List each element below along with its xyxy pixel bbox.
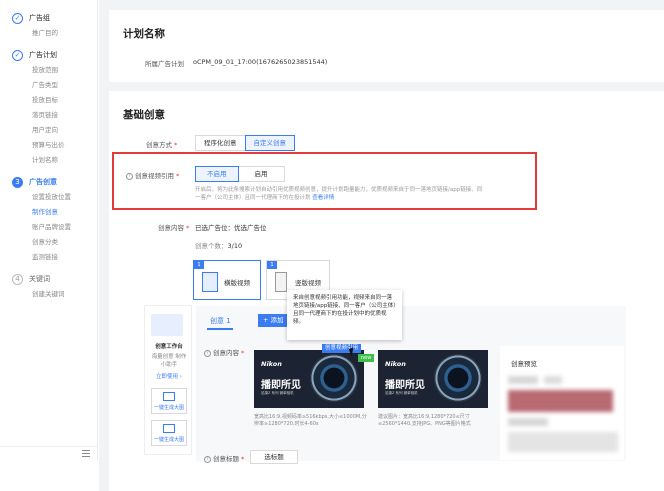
tab-horizontal-video[interactable]: 1 横版视频 xyxy=(193,260,261,300)
video-subtext: 尼康Z 系列 微单相机 xyxy=(261,391,294,395)
check-icon: ✓ xyxy=(12,12,23,24)
sidebar-sub-item[interactable]: 监测链接 xyxy=(0,250,97,265)
method-programmatic-option[interactable]: 程序化创意 xyxy=(195,135,246,151)
method-custom-option[interactable]: 自定义创意 xyxy=(244,135,295,151)
sidebar-sub-item[interactable]: 落页链接 xyxy=(0,108,97,123)
workbench-illustration xyxy=(151,314,183,336)
generate-image-button-2[interactable]: 一键生成大图 xyxy=(151,420,187,446)
image-spec-caption: 建议图片：宽高比16:9,1280*720≤尺寸≤2560*1440,支持JPG… xyxy=(378,414,471,427)
sidebar-step[interactable]: 3 广告创意 xyxy=(0,174,97,190)
tab-index-badge: 1 xyxy=(267,261,277,269)
step-number-icon: 4 xyxy=(12,273,23,285)
ref-toggle: 不启用 启用 xyxy=(195,166,285,182)
question-icon[interactable]: ? xyxy=(126,172,133,180)
video-slogan: 播即所见 xyxy=(261,380,301,391)
horizontal-video-icon xyxy=(202,272,218,292)
sidebar-sub-item[interactable]: 投放目标 xyxy=(0,93,97,108)
video-subtext: 尼康Z 系列 微单相机 xyxy=(385,391,418,395)
ref-detail-link[interactable]: 查看详情 xyxy=(312,195,334,201)
sidebar-sub-item[interactable]: 广告类型 xyxy=(0,78,97,93)
sidebar-step-label: 广告组 xyxy=(29,14,50,22)
sidebar-footer xyxy=(0,446,98,460)
sidebar-sub-item[interactable]: 计划名称 xyxy=(0,153,97,168)
video-slogan: 播即所见 xyxy=(385,380,425,391)
camera-lens-image xyxy=(310,354,358,402)
title-label: ? 创意标题 * xyxy=(204,453,244,463)
sidebar-step[interactable]: ✓ 广告计划 xyxy=(0,47,97,63)
ref-hint: 开启后，将为此条搜索计划自动引用优质视频创意，提升计划跑量能力，优质视频来自于同… xyxy=(195,187,483,201)
workbench-use-link[interactable]: 立即使用 › xyxy=(145,372,193,380)
image-icon xyxy=(163,392,175,401)
menu-collapse-icon[interactable] xyxy=(82,450,90,457)
creative-workbench: 创意工作台 海量创意 制作小助手 立即使用 › 一键生成大图 一键生成大图 xyxy=(144,305,192,455)
content-label: 创意内容 * xyxy=(158,224,190,232)
sidebar-sub-item[interactable]: 投放范围 xyxy=(0,63,97,78)
video-spec-caption: 宽高比16:9,视频码率≥516kbps,大小≤1000M,分辨率≥1280*7… xyxy=(254,414,367,427)
ref-disable-option[interactable]: 不启用 xyxy=(195,166,239,182)
sidebar-step-label: 广告计划 xyxy=(29,51,57,59)
workbench-desc: 海量创意 制作小助手 xyxy=(151,354,187,368)
step-number-icon: 3 xyxy=(12,176,23,188)
sidebar-sub-item[interactable]: 设置投放位置 xyxy=(0,190,97,205)
preview-placeholder xyxy=(508,432,618,452)
generate-image-button-1[interactable]: 一键生成大图 xyxy=(151,388,187,414)
tab-index-badge: 1 xyxy=(194,261,204,269)
camera-lens-image xyxy=(434,354,482,402)
sidebar-step-label: 广告创意 xyxy=(29,178,57,186)
belong-plan-value: oCPM_09_01_17:00(1676265023851544) xyxy=(193,58,328,66)
image-icon xyxy=(163,424,175,433)
question-icon[interactable]: ? xyxy=(204,349,211,357)
video-card-2[interactable]: Nikon 播即所见 尼康Z 系列 微单相机 xyxy=(378,350,488,408)
tab-creative-1[interactable]: 创意 1 xyxy=(210,316,231,326)
sidebar-sub-item[interactable]: 制作创意 xyxy=(0,205,97,220)
workbench-title: 创意工作台 xyxy=(155,344,183,350)
preview-placeholder xyxy=(508,376,538,384)
ref-enable-option[interactable]: 启用 xyxy=(237,166,285,182)
add-creative-button[interactable]: + 添加 xyxy=(258,314,288,327)
preview-title: 创意预览 xyxy=(511,360,537,368)
sidebar-step[interactable]: 4 关键词 xyxy=(0,271,97,287)
method-label: 创意方式 * xyxy=(146,141,178,149)
generate-image-label: 一键生成大图 xyxy=(153,405,184,411)
sidebar-step-label: 关键词 xyxy=(29,275,50,283)
plan-name-card: 计划名称 所属广告计划 oCPM_09_01_17:00(16762650238… xyxy=(109,10,664,82)
creative-count: 创意个数：3/10 xyxy=(195,242,243,250)
generate-image-label: 一键生成大图 xyxy=(153,437,184,443)
sidebar: ✓ 广告组推广目的 ✓ 广告计划投放范围 广告类型 投放目标 落页链接 用户定向 预算与出价 计划… xyxy=(0,0,98,460)
vertical-video-icon xyxy=(275,272,287,292)
sidebar-sub-item[interactable]: 推广目的 xyxy=(0,26,97,41)
new-badge: new xyxy=(358,354,375,362)
video-brand: Nikon xyxy=(261,360,282,368)
sidebar-sub-item[interactable]: 用户定向 xyxy=(0,123,97,138)
ref-label: ? 创意视频引用 * xyxy=(126,170,179,180)
ref-tooltip: 来自创意视频引用功能，视频来自同一落地页链接/app链接、同一客户（公司主体）且… xyxy=(287,286,402,340)
sidebar-sub-item[interactable]: 预算与出价 xyxy=(0,138,97,153)
active-tab-indicator xyxy=(207,328,233,330)
preview-image-blurred xyxy=(508,390,613,412)
video-card-1[interactable]: Nikon 播即所见 尼康Z 系列 微单相机 xyxy=(254,350,364,408)
check-icon: ✓ xyxy=(12,49,23,61)
plan-name-title: 计划名称 xyxy=(123,28,165,40)
tab-horizontal-name: 横版视频 xyxy=(224,279,250,287)
sidebar-sub-item[interactable]: 账户品牌设置 xyxy=(0,220,97,235)
basic-creative-title: 基础创意 xyxy=(123,109,165,121)
question-icon[interactable]: ? xyxy=(204,455,211,463)
creative-preview-panel: 创意预览 xyxy=(500,346,624,460)
content-selected: 已选广告位：优选广告位 xyxy=(195,224,267,232)
video-brand: Nikon xyxy=(385,360,406,368)
sidebar-step[interactable]: ✓ 广告组 xyxy=(0,10,97,26)
preview-placeholder xyxy=(544,376,562,384)
sidebar-sub-item[interactable]: 创意分类 xyxy=(0,235,97,250)
select-title-button[interactable]: 选标题 xyxy=(250,450,298,464)
sidebar-sub-item[interactable]: 创建关键词 xyxy=(0,287,97,302)
preview-placeholder xyxy=(508,418,548,426)
method-toggle: 程序化创意 自定义创意 xyxy=(195,135,295,151)
creative-content-label: ? 创意内容 * xyxy=(204,347,244,357)
